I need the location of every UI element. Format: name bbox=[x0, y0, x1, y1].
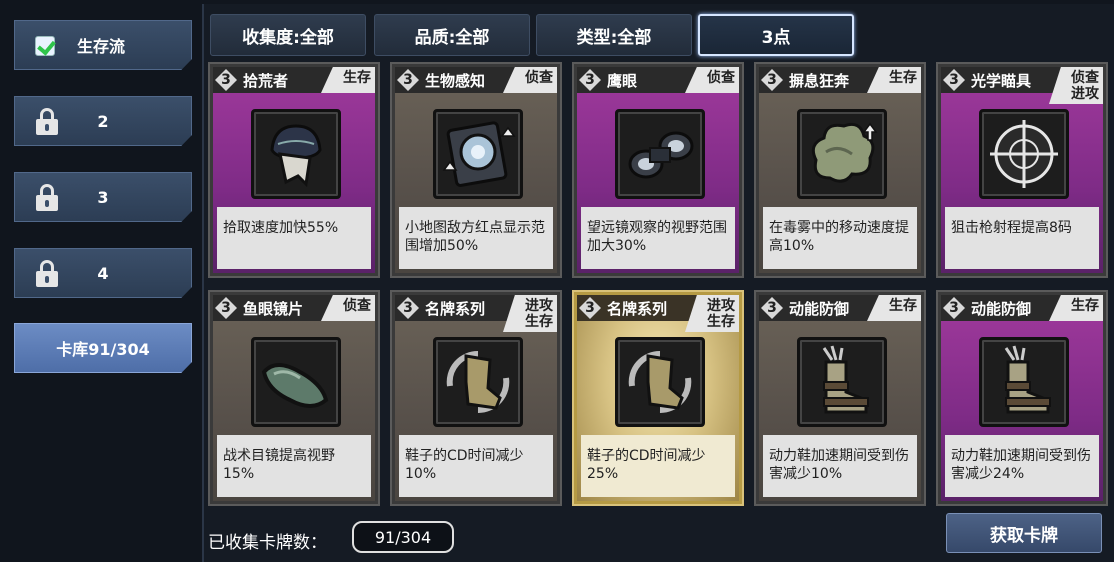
goggles-icon bbox=[251, 337, 341, 427]
get-cards-button[interactable]: 获取卡牌 bbox=[946, 513, 1102, 553]
card-face: 3 动能防御 生存 动力鞋加速期间受到伤害减少24% bbox=[941, 295, 1103, 501]
filter-label: 收集度:全部 bbox=[242, 27, 334, 48]
filter-collection[interactable]: 收集度:全部 bbox=[210, 14, 366, 56]
collected-count-label: 已收集卡牌数： bbox=[208, 533, 327, 553]
hood-mask-icon bbox=[251, 109, 341, 199]
deck-slot-label: 4 bbox=[97, 263, 109, 283]
card-name: 名牌系列 bbox=[425, 300, 486, 318]
card-name: 摒息狂奔 bbox=[789, 72, 850, 90]
card-face: 3 拾荒者 生存 拾取速度加快55% bbox=[213, 67, 375, 273]
card-face: 3 生物感知 侦查 小地图敌方红点显示范围增加50% bbox=[395, 67, 557, 273]
card-description: 鞋子的CD时间减少10% bbox=[399, 435, 553, 497]
gas-cloud-icon bbox=[797, 109, 887, 199]
boot-cooldown-icon bbox=[615, 337, 705, 427]
filter-quality[interactable]: 品质:全部 bbox=[374, 14, 530, 56]
deck-slot-4[interactable]: 4 bbox=[14, 248, 192, 298]
card-grid: 3 拾荒者 生存 拾取速度加快55% 3 生物感知 侦查 小地图敌方红点显示范围增加50% 3 鹰… bbox=[208, 62, 1114, 512]
card-description: 望远镜观察的视野范围加大30% bbox=[581, 207, 735, 269]
card-name: 动能防御 bbox=[789, 300, 850, 318]
card-face: 3 摒息狂奔 生存 在毒雾中的移动速度提高10% bbox=[759, 67, 921, 273]
card-library-button[interactable]: 卡库91/304 bbox=[14, 323, 192, 373]
card-face: 3 名牌系列 进攻 生存 鞋子的CD时间减少25% bbox=[577, 295, 739, 501]
card-name: 拾荒者 bbox=[243, 72, 289, 90]
deck-slot-label: 3 bbox=[97, 187, 109, 207]
collected-count-value: 91/304 bbox=[352, 521, 454, 553]
deck-slot-survival[interactable]: 生存流 bbox=[14, 20, 192, 70]
card[interactable]: 3 动能防御 生存 动力鞋加速期间受到伤害减少10% bbox=[754, 290, 926, 506]
card-name: 鹰眼 bbox=[607, 72, 638, 90]
boot-cooldown-icon bbox=[433, 337, 523, 427]
card-face: 3 鱼眼镜片 侦查 战术目镜提高视野15% bbox=[213, 295, 375, 501]
card[interactable]: 3 名牌系列 进攻 生存 鞋子的CD时间减少10% bbox=[390, 290, 562, 506]
filter-type[interactable]: 类型:全部 bbox=[536, 14, 692, 56]
filter-label: 3点 bbox=[761, 27, 791, 48]
card-description: 在毒雾中的移动速度提高10% bbox=[763, 207, 917, 269]
card[interactable]: 3 鱼眼镜片 侦查 战术目镜提高视野15% bbox=[208, 290, 380, 506]
card-library-label: 卡库91/304 bbox=[56, 340, 150, 359]
card-description: 战术目镜提高视野15% bbox=[217, 435, 371, 497]
card-name: 生物感知 bbox=[425, 72, 486, 90]
filter-label: 品质:全部 bbox=[414, 27, 490, 48]
card-face: 3 鹰眼 侦查 望远镜观察的视野范围加大30% bbox=[577, 67, 739, 273]
card-face: 3 动能防御 生存 动力鞋加速期间受到伤害减少10% bbox=[759, 295, 921, 501]
radar-device-icon bbox=[433, 109, 523, 199]
card-face: 3 光学瞄具 侦查 进攻 狙击枪射程提高8码 bbox=[941, 67, 1103, 273]
armored-boot-icon bbox=[979, 337, 1069, 427]
card[interactable]: 3 名牌系列 进攻 生存 鞋子的CD时间减少25% bbox=[572, 290, 744, 506]
card[interactable]: 3 摒息狂奔 生存 在毒雾中的移动速度提高10% bbox=[754, 62, 926, 278]
card-description: 动力鞋加速期间受到伤害减少24% bbox=[945, 435, 1099, 497]
card[interactable]: 3 动能防御 生存 动力鞋加速期间受到伤害减少24% bbox=[936, 290, 1108, 506]
card-name: 光学瞄具 bbox=[971, 72, 1032, 90]
card[interactable]: 3 生物感知 侦查 小地图敌方红点显示范围增加50% bbox=[390, 62, 562, 278]
card-library-panel: 收集度:全部 品质:全部 类型:全部 3点 3 拾荒者 生存 拾取速度加快55% 3 生物… bbox=[202, 4, 1114, 562]
card[interactable]: 3 光学瞄具 侦查 进攻 狙击枪射程提高8码 bbox=[936, 62, 1108, 278]
card[interactable]: 3 拾荒者 生存 拾取速度加快55% bbox=[208, 62, 380, 278]
crosshair-scope-icon bbox=[979, 109, 1069, 199]
card[interactable]: 3 鹰眼 侦查 望远镜观察的视野范围加大30% bbox=[572, 62, 744, 278]
deck-slot-2[interactable]: 2 bbox=[14, 96, 192, 146]
deck-slot-label: 生存流 bbox=[77, 37, 126, 56]
card-description: 动力鞋加速期间受到伤害减少10% bbox=[763, 435, 917, 497]
card-description: 拾取速度加快55% bbox=[217, 207, 371, 269]
filter-bar: 收集度:全部 品质:全部 类型:全部 3点 bbox=[208, 8, 1108, 56]
deck-sidebar: 生存流 2 3 4 卡库91/304 bbox=[0, 0, 200, 562]
card-description: 鞋子的CD时间减少25% bbox=[581, 435, 735, 497]
card-name: 鱼眼镜片 bbox=[243, 300, 304, 318]
card-description: 狙击枪射程提高8码 bbox=[945, 207, 1099, 269]
checkmark-icon bbox=[35, 36, 55, 56]
card-face: 3 名牌系列 进攻 生存 鞋子的CD时间减少10% bbox=[395, 295, 557, 501]
filter-cost[interactable]: 3点 bbox=[698, 14, 854, 56]
filter-label: 类型:全部 bbox=[576, 27, 652, 48]
card-description: 小地图敌方红点显示范围增加50% bbox=[399, 207, 553, 269]
armored-boot-icon bbox=[797, 337, 887, 427]
deck-slot-3[interactable]: 3 bbox=[14, 172, 192, 222]
card-name: 名牌系列 bbox=[607, 300, 668, 318]
deck-slot-label: 2 bbox=[97, 111, 109, 131]
card-name: 动能防御 bbox=[971, 300, 1032, 318]
binoculars-icon bbox=[615, 109, 705, 199]
